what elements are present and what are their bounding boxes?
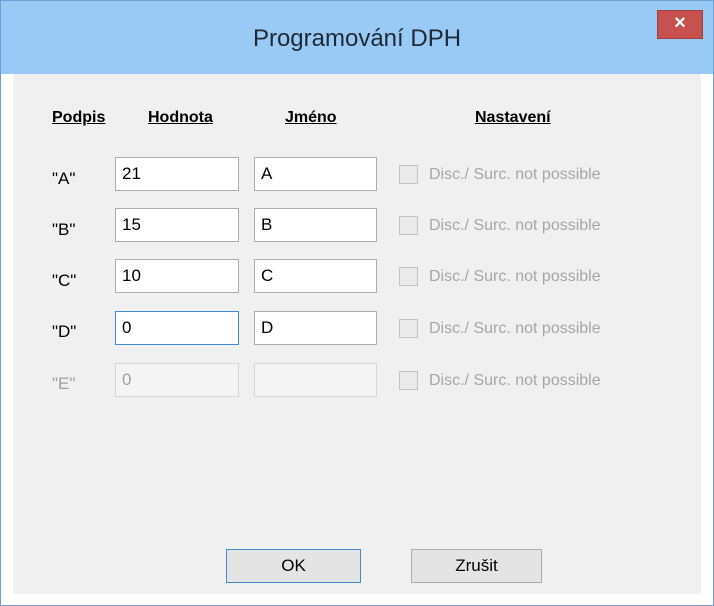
close-icon: × xyxy=(674,12,686,34)
name-input-c[interactable]: C xyxy=(254,259,377,293)
row-label-b: "B" xyxy=(52,220,76,239)
dialog-content: Podpis Hodnota Jméno Nastavení "A" 21 A … xyxy=(13,74,701,594)
value-input-e: 0 xyxy=(115,363,239,397)
cancel-button[interactable]: Zrušit xyxy=(411,549,542,583)
row-label-d: "D" xyxy=(52,322,77,341)
setting-label-b: Disc./ Surc. not possible xyxy=(429,217,601,234)
setting-label-a: Disc./ Surc. not possible xyxy=(429,166,601,183)
setting-checkbox-c[interactable] xyxy=(399,267,418,286)
value-input-a[interactable]: 21 xyxy=(115,157,239,191)
value-input-d[interactable]: 0 xyxy=(115,311,239,345)
close-button[interactable]: × xyxy=(657,10,703,39)
setting-label-c: Disc./ Surc. not possible xyxy=(429,268,601,285)
value-input-c[interactable]: 10 xyxy=(115,259,239,293)
setting-checkbox-e xyxy=(399,371,418,390)
header-nastaveni: Nastavení xyxy=(475,109,551,126)
name-input-b[interactable]: B xyxy=(254,208,377,242)
row-label-a: "A" xyxy=(52,169,76,188)
title-bar[interactable]: Programování DPH × xyxy=(1,1,713,74)
header-jmeno: Jméno xyxy=(285,109,337,126)
setting-checkbox-a[interactable] xyxy=(399,165,418,184)
row-label-e: "E" xyxy=(52,374,76,393)
header-podpis: Podpis xyxy=(52,109,106,126)
setting-label-d: Disc./ Surc. not possible xyxy=(429,320,601,337)
ok-button[interactable]: OK xyxy=(226,549,361,583)
header-hodnota: Hodnota xyxy=(148,109,213,126)
setting-checkbox-d[interactable] xyxy=(399,319,418,338)
dialog-title: Programování DPH xyxy=(252,25,462,52)
setting-checkbox-b[interactable] xyxy=(399,216,418,235)
name-input-e xyxy=(254,363,377,397)
name-input-a[interactable]: A xyxy=(254,157,377,191)
dialog-window: Programování DPH × Podpis Hodnota Jméno … xyxy=(0,0,714,606)
row-label-c: "C" xyxy=(52,271,77,290)
value-input-b[interactable]: 15 xyxy=(115,208,239,242)
setting-label-e: Disc./ Surc. not possible xyxy=(429,372,601,389)
name-input-d[interactable]: D xyxy=(254,311,377,345)
